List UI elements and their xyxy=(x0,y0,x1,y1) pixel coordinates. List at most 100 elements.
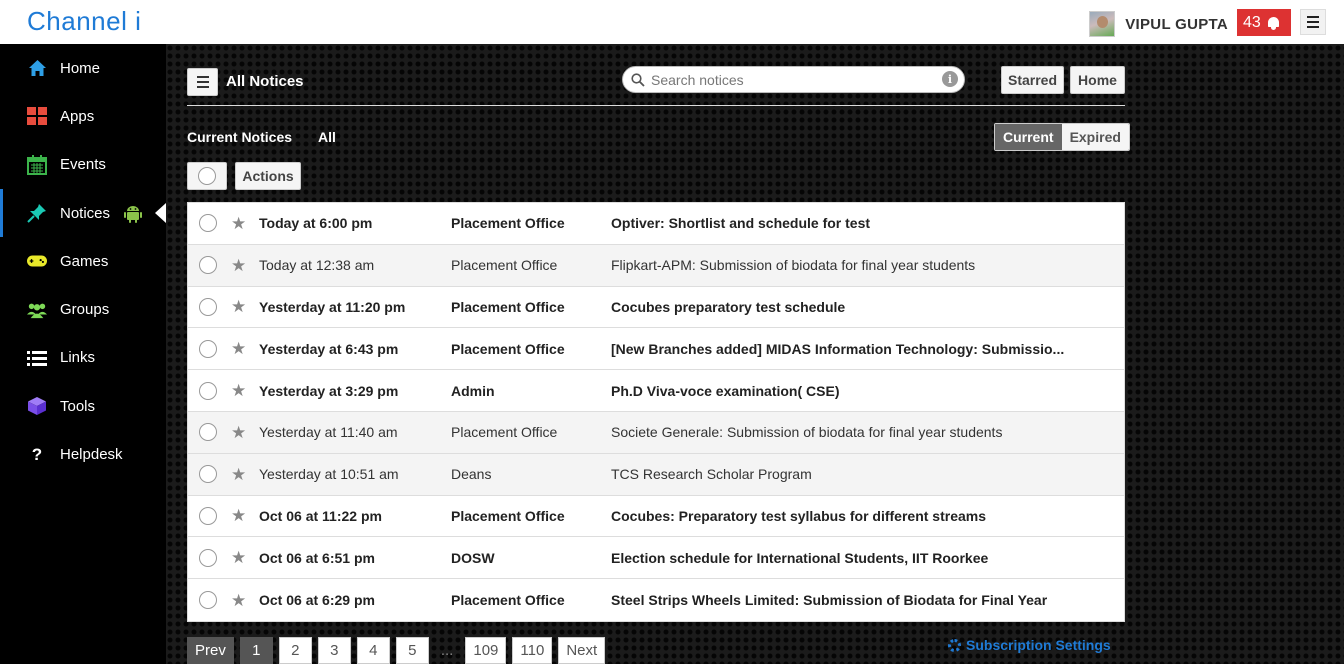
user-name[interactable]: VIPUL GUPTA xyxy=(1125,16,1228,33)
user-menu[interactable]: VIPUL GUPTA xyxy=(1089,11,1228,37)
notice-date: Oct 06 at 6:51 pm xyxy=(259,549,375,566)
row-checkbox[interactable] xyxy=(199,256,217,275)
hamburger-menu-button[interactable] xyxy=(1300,9,1326,35)
notice-subject[interactable]: Societe Generale: Submission of biodata … xyxy=(611,424,1091,440)
row-checkbox[interactable] xyxy=(199,297,217,316)
page-button[interactable]: 2 xyxy=(278,637,312,664)
star-icon[interactable]: ★ xyxy=(231,382,247,399)
tab-expired[interactable]: Expired xyxy=(1061,124,1129,150)
page-button[interactable]: 5 xyxy=(395,637,429,664)
star-icon[interactable]: ★ xyxy=(231,507,247,524)
table-row[interactable]: ★ Today at 12:38 am Placement Office Flipka… xyxy=(188,244,1124,287)
notice-sender: Placement Office xyxy=(451,340,565,357)
starred-button[interactable]: Starred xyxy=(1001,66,1064,94)
page-button[interactable]: 4 xyxy=(356,637,390,664)
sidebar-item-events[interactable]: Events xyxy=(0,141,166,189)
notice-subject[interactable]: Cocubes preparatory test schedule xyxy=(611,299,1091,315)
page-button[interactable]: 109 xyxy=(465,637,507,664)
row-checkbox[interactable] xyxy=(199,506,217,525)
notice-date: Yesterday at 6:43 pm xyxy=(259,340,399,357)
next-page-button[interactable]: Next xyxy=(558,637,606,664)
select-all-button[interactable] xyxy=(187,162,227,190)
star-icon[interactable]: ★ xyxy=(231,257,247,274)
notice-subject[interactable]: Ph.D Viva-voce examination( CSE) xyxy=(611,383,1091,399)
table-row[interactable]: ★ Yesterday at 11:40 am Placement Office So… xyxy=(188,411,1124,454)
notice-subject[interactable]: TCS Research Scholar Program xyxy=(611,466,1091,482)
home-button[interactable]: Home xyxy=(1070,66,1125,94)
table-row[interactable]: ★ Oct 06 at 11:22 pm Placement Office Cocub… xyxy=(188,496,1124,538)
sidebar-item-groups[interactable]: Groups xyxy=(0,285,166,333)
avatar[interactable] xyxy=(1089,11,1116,37)
notice-subject[interactable]: Steel Strips Wheels Limited: Submission … xyxy=(611,592,1091,608)
table-row[interactable]: ★ Yesterday at 3:29 pm Admin Ph.D Viva-voce… xyxy=(188,370,1124,412)
row-checkbox[interactable] xyxy=(199,214,217,233)
row-checkbox[interactable] xyxy=(199,423,217,442)
notice-subject[interactable]: Cocubes: Preparatory test syllabus for d… xyxy=(611,508,1091,524)
row-checkbox[interactable] xyxy=(199,339,217,358)
star-icon[interactable]: ★ xyxy=(231,466,247,483)
notice-date: Oct 06 at 6:29 pm xyxy=(259,592,375,609)
prev-page-button[interactable]: Prev xyxy=(187,637,234,664)
sidebar-item-notices[interactable]: Notices xyxy=(0,188,166,238)
notice-menu-button[interactable] xyxy=(187,68,218,96)
pagination-ellipsis: ... xyxy=(440,642,454,659)
info-icon[interactable]: i xyxy=(942,71,958,87)
sidebar: Home Apps Events Notices Games Groups Li… xyxy=(0,44,166,664)
bell-icon xyxy=(1267,16,1280,30)
cube-icon xyxy=(27,396,47,416)
subscription-settings-link[interactable]: Subscription Settings xyxy=(948,637,1111,653)
sidebar-item-apps[interactable]: Apps xyxy=(0,92,166,140)
table-row[interactable]: ★ Yesterday at 10:51 am Deans TCS Research … xyxy=(188,453,1124,496)
brand-logo[interactable]: Channel i xyxy=(27,6,141,37)
star-icon[interactable]: ★ xyxy=(231,298,247,315)
sidebar-item-tools[interactable]: Tools xyxy=(0,382,166,430)
gear-icon xyxy=(948,638,961,652)
search-input[interactable] xyxy=(651,71,941,88)
notice-sender: Admin xyxy=(451,382,495,399)
notice-sender: Placement Office xyxy=(451,215,565,232)
notice-sender: Placement Office xyxy=(451,257,558,274)
table-row[interactable]: ★ Oct 06 at 6:51 pm DOSW Election schedule … xyxy=(188,537,1124,580)
page-button[interactable]: 3 xyxy=(317,637,351,664)
sidebar-item-helpdesk[interactable]: ? Helpdesk xyxy=(0,430,166,478)
table-row[interactable]: ★ Oct 06 at 6:29 pm Placement Office Steel … xyxy=(188,579,1124,621)
table-row[interactable]: ★ Yesterday at 6:43 pm Placement Office [Ne… xyxy=(188,328,1124,371)
row-checkbox[interactable] xyxy=(199,381,217,400)
row-checkbox[interactable] xyxy=(199,591,217,610)
android-icon[interactable] xyxy=(124,204,143,224)
sidebar-item-links[interactable]: Links xyxy=(0,334,166,382)
sidebar-item-home[interactable]: Home xyxy=(0,44,166,92)
sidebar-item-label: Apps xyxy=(60,107,95,125)
page-button[interactable]: 1 xyxy=(239,637,273,664)
row-checkbox[interactable] xyxy=(199,548,217,567)
tab-current[interactable]: Current xyxy=(995,124,1062,150)
search-box[interactable]: i xyxy=(622,66,965,93)
table-row[interactable]: ★ Yesterday at 11:20 pm Placement Office Co… xyxy=(188,287,1124,329)
row-checkbox[interactable] xyxy=(199,465,217,484)
notice-date: Today at 12:38 am xyxy=(259,257,375,274)
star-icon[interactable]: ★ xyxy=(231,424,247,441)
star-icon[interactable]: ★ xyxy=(231,215,247,232)
notification-count: 43 xyxy=(1243,13,1261,31)
actions-button[interactable]: Actions xyxy=(235,162,301,190)
table-row[interactable]: ★ Today at 6:00 pm Placement Office Optiver… xyxy=(188,203,1124,245)
notice-subject[interactable]: Flipkart-APM: Submission of biodata for … xyxy=(611,257,1091,273)
star-icon[interactable]: ★ xyxy=(231,549,247,566)
notice-subject[interactable]: [New Branches added] MIDAS Information T… xyxy=(611,341,1091,357)
notification-button[interactable]: 43 xyxy=(1237,9,1291,36)
star-icon[interactable]: ★ xyxy=(231,340,247,357)
filter-current-notices[interactable]: Current Notices xyxy=(187,129,292,145)
notice-subject[interactable]: Election schedule for International Stud… xyxy=(611,550,1091,566)
sidebar-item-label: Notices xyxy=(60,204,111,222)
notice-subject[interactable]: Optiver: Shortlist and schedule for test xyxy=(611,215,1091,231)
sidebar-item-label: Home xyxy=(60,59,101,77)
sidebar-item-label: Helpdesk xyxy=(60,446,123,464)
sidebar-item-label: Groups xyxy=(60,301,110,319)
filter-all[interactable]: All xyxy=(318,129,336,145)
sidebar-item-label: Games xyxy=(60,252,109,270)
home-icon xyxy=(27,58,47,78)
page-button[interactable]: 110 xyxy=(512,637,553,664)
sidebar-item-games[interactable]: Games xyxy=(0,237,166,285)
notice-date: Oct 06 at 11:22 pm xyxy=(259,507,382,524)
star-icon[interactable]: ★ xyxy=(231,592,247,609)
